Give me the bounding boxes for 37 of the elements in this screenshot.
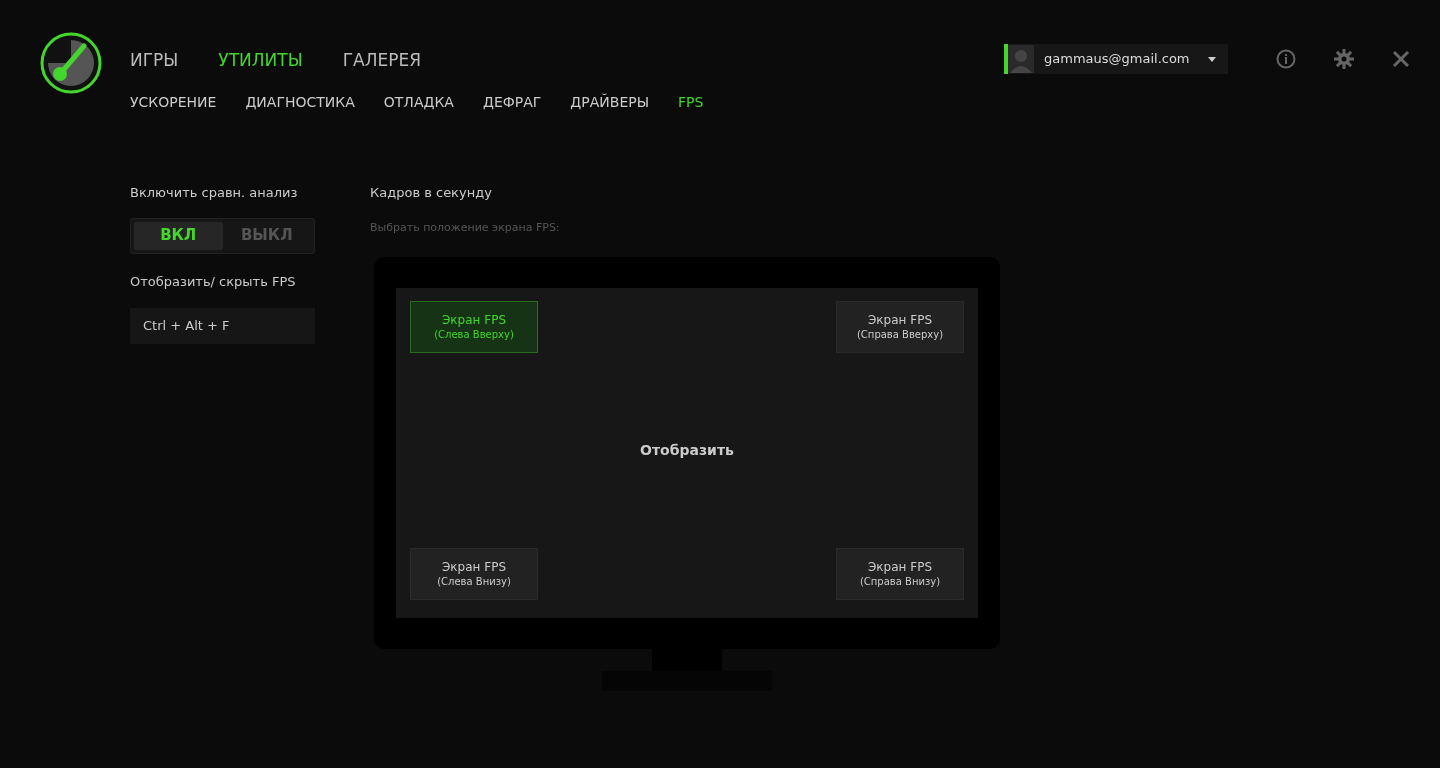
display-label: Отобразить (640, 441, 734, 460)
button-title: Экран FPS (868, 312, 932, 328)
sub-tab[interactable]: FPS (678, 91, 704, 113)
shortcut-label: Отобразить/ скрыть FPS (130, 272, 297, 291)
position-button[interactable]: Экран FPS (Слева Внизу) (410, 548, 538, 600)
speedometer-logo-icon (40, 32, 102, 94)
user-avatar-icon (1008, 45, 1034, 73)
on-off-toggle[interactable]: ВКЛ ВЫКЛ (130, 217, 315, 254)
button-subtitle: (Слева Вверху) (434, 328, 514, 342)
button-title: Экран FPS (442, 312, 506, 328)
main-tab[interactable]: УТИЛИТЫ (218, 48, 303, 74)
sub-tab[interactable]: ОТЛАДКА (383, 91, 454, 113)
sub-tab[interactable]: ДИАГНОСТИКА (245, 91, 355, 113)
sub-tab[interactable]: ДРАЙВЕРЫ (570, 91, 650, 113)
position-button[interactable]: Экран FPS (Справа Внизу) (836, 548, 964, 600)
button-title: Экран FPS (868, 559, 932, 575)
button-subtitle: (Слева Внизу) (437, 575, 511, 589)
caret-icon (1208, 56, 1216, 62)
benchmark-label: Включить сравн. анализ (130, 183, 299, 202)
settings-icon[interactable] (1334, 49, 1354, 69)
close-icon[interactable] (1392, 50, 1410, 68)
shortcut-field[interactable]: Ctrl + Alt + F (130, 307, 315, 344)
position-hint: Выбрать положение экрана FPS: (370, 219, 561, 236)
toggle-option[interactable]: ВКЛ (134, 221, 223, 250)
sub-tab[interactable]: УСКОРЕНИЕ (130, 91, 217, 113)
button-subtitle: (Справа Внизу) (859, 575, 941, 589)
position-button[interactable]: Экран FPS (Справа Вверху) (836, 301, 964, 353)
account-email: gammaus@gmail.com (1044, 50, 1190, 69)
position-button[interactable]: Экран FPS (Слева Вверху) (410, 301, 538, 353)
info-icon[interactable] (1276, 49, 1296, 69)
button-title: Экран FPS (442, 559, 506, 575)
button-subtitle: (Справа Вверху) (856, 328, 944, 342)
main-tab[interactable]: ИГРЫ (130, 48, 179, 74)
sub-tab[interactable]: ДЕФРАГ (482, 91, 542, 113)
main-tab[interactable]: ГАЛЕРЕЯ (342, 48, 422, 74)
account-dropdown[interactable]: gammaus@gmail.com (1004, 44, 1228, 74)
section-title: Кадров в секунду (370, 183, 493, 202)
